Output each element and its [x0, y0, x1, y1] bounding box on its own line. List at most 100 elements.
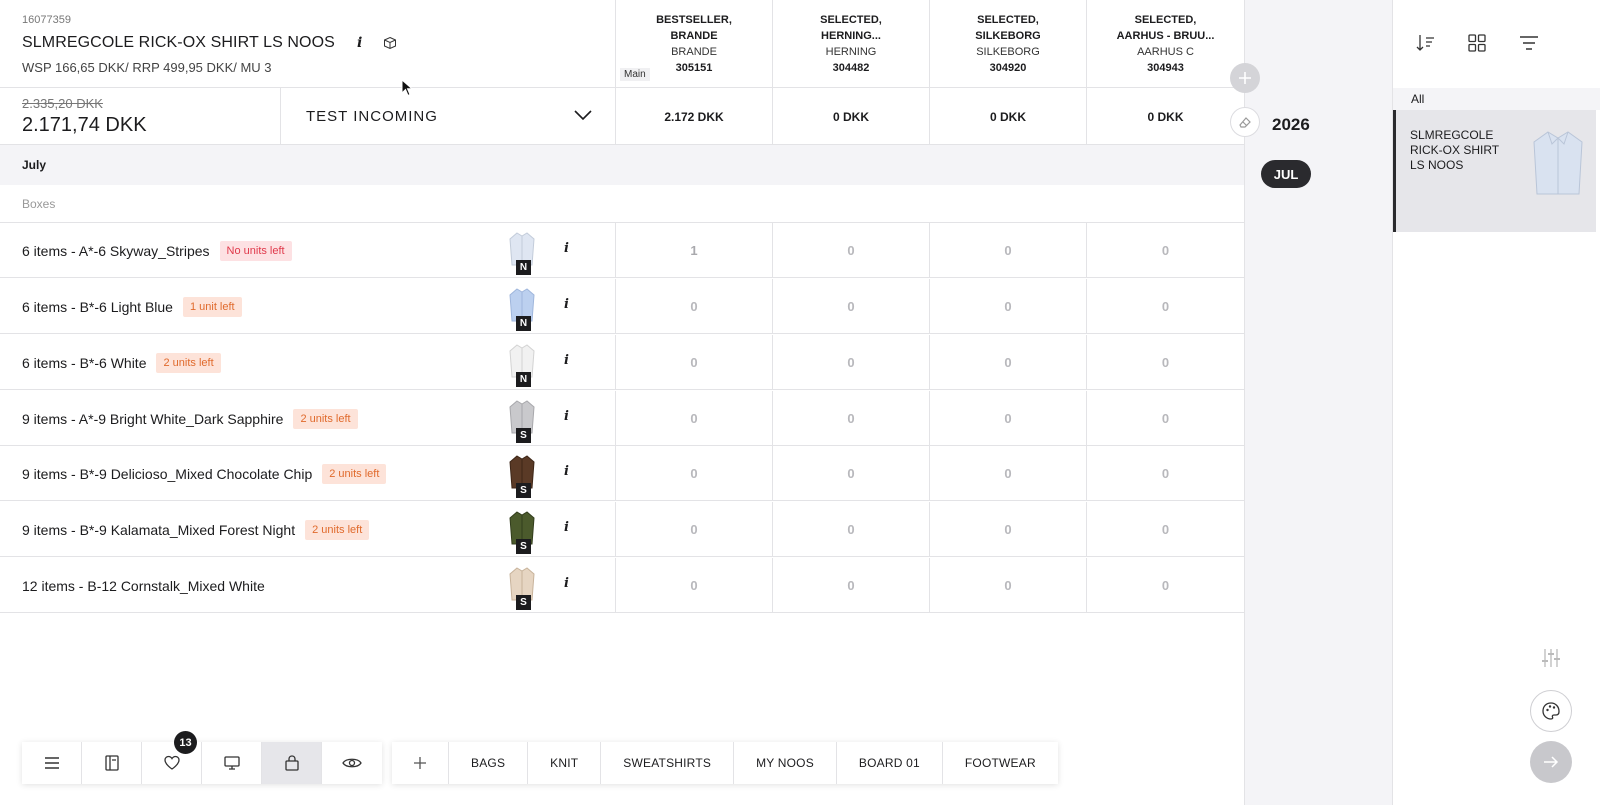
table-row[interactable]: 6 items - B*-6 White 2 units left N i 0 …	[0, 335, 1244, 390]
quantity-cell[interactable]: 0	[929, 446, 1086, 501]
size-badge: N	[516, 260, 531, 275]
quantity-cell[interactable]: 0	[772, 502, 929, 557]
quantity-cell[interactable]: 0	[772, 223, 929, 278]
filter-icon[interactable]	[1518, 32, 1540, 54]
info-icon[interactable]: i	[564, 353, 569, 368]
item-name: 9 items - A*-9 Bright White_Dark Sapphir…	[22, 410, 284, 427]
item-thumbnail[interactable]: N	[508, 231, 536, 275]
info-icon[interactable]: i	[564, 520, 569, 535]
item-name: 6 items - B*-6 White	[22, 354, 147, 371]
item-name: 6 items - B*-6 Light Blue	[22, 298, 173, 315]
sort-icon[interactable]	[1415, 32, 1437, 54]
add-button[interactable]	[1230, 63, 1260, 93]
quantity-cell[interactable]: 0	[1086, 502, 1244, 557]
arrow-right-icon	[1544, 756, 1559, 768]
stock-badge: 2 units left	[322, 463, 387, 484]
filter-all-label: All	[1411, 92, 1425, 106]
quantity-cell[interactable]: 0	[1086, 223, 1244, 278]
table-row[interactable]: 12 items - B-12 Cornstalk_Mixed White S …	[0, 558, 1244, 613]
eraser-icon	[1239, 117, 1251, 128]
item-thumbnail[interactable]: S	[508, 510, 536, 554]
edit-button[interactable]	[1230, 107, 1260, 137]
item-thumbnail[interactable]: N	[508, 343, 536, 387]
package-icon[interactable]	[383, 36, 397, 50]
quantity-cell[interactable]: 0	[615, 446, 772, 501]
quantity-cell[interactable]: 0	[929, 502, 1086, 557]
quantity-cell[interactable]: 0	[615, 502, 772, 557]
store-column-2[interactable]: SELECTED, SILKEBORG SILKEBORG 304920	[929, 0, 1086, 88]
store-name: BRANDE	[670, 30, 718, 42]
old-total-price: 2.335,20 DKK	[22, 96, 103, 111]
item-thumbnail[interactable]: S	[508, 454, 536, 498]
product-header: 16077359 SLMREGCOLE RICK-OX SHIRT LS NOO…	[0, 0, 1244, 88]
quantity-cell[interactable]: 0	[772, 335, 929, 390]
next-button[interactable]	[1530, 741, 1572, 783]
plus-icon	[1239, 72, 1251, 84]
preview-button[interactable]	[322, 742, 382, 784]
board-tab-bags[interactable]: BAGS	[449, 742, 529, 784]
quantity-cell[interactable]: 0	[615, 558, 772, 613]
item-thumbnail[interactable]: N	[508, 287, 536, 331]
board-tab-board-01[interactable]: BOARD 01	[837, 742, 943, 784]
timeline-panel	[1244, 0, 1392, 805]
quantity-cell[interactable]: 0	[929, 223, 1086, 278]
board-tab-sweatshirts[interactable]: SWEATSHIRTS	[601, 742, 735, 784]
store-city: AARHUS C	[1137, 46, 1194, 58]
app-root: 16077359 SLMREGCOLE RICK-OX SHIRT LS NOO…	[0, 0, 1600, 805]
table-row[interactable]: 9 items - B*-9 Kalamata_Mixed Forest Nig…	[0, 502, 1244, 557]
table-row[interactable]: 6 items - B*-6 Light Blue 1 unit left N …	[0, 279, 1244, 334]
info-icon[interactable]: i	[564, 409, 569, 424]
store-name: SELECTED,	[1134, 14, 1197, 26]
quantity-cell[interactable]: 0	[1086, 446, 1244, 501]
info-icon[interactable]: i	[564, 464, 569, 479]
item-name: 9 items - B*-9 Kalamata_Mixed Forest Nig…	[22, 521, 296, 538]
quantity-cell[interactable]: 0	[772, 446, 929, 501]
quantity-cell[interactable]: 0	[929, 391, 1086, 446]
table-row[interactable]: 6 items - A*-6 Skyway_Stripes No units l…	[0, 223, 1244, 278]
store-column-3[interactable]: SELECTED, AARHUS - BRUU... AARHUS C 3049…	[1086, 0, 1244, 88]
heart-icon	[163, 755, 180, 770]
quantity-cell[interactable]: 0	[772, 391, 929, 446]
settings-button[interactable]	[1530, 637, 1572, 679]
quantity-cell[interactable]: 0	[929, 335, 1086, 390]
quantity-cell[interactable]: 0	[929, 279, 1086, 334]
board-tab-footwear[interactable]: FOOTWEAR	[943, 742, 1058, 784]
board-tab-knit[interactable]: KNIT	[528, 742, 602, 784]
info-icon[interactable]: i	[564, 576, 569, 591]
quantity-cell[interactable]: 0	[929, 558, 1086, 613]
quantity-cell[interactable]: 0	[772, 279, 929, 334]
quantity-cell[interactable]: 0	[1086, 279, 1244, 334]
presentation-button[interactable]	[202, 742, 262, 784]
stock-badge: 2 units left	[293, 408, 358, 429]
store-name: BESTSELLER,	[656, 14, 732, 26]
quantity-cell[interactable]: 0	[615, 391, 772, 446]
store-column-1[interactable]: SELECTED, HERNING... HERNING 304482	[772, 0, 929, 88]
menu-button[interactable]	[22, 742, 82, 784]
quantity-cell[interactable]: 0	[1086, 335, 1244, 390]
palette-button[interactable]	[1530, 690, 1572, 732]
board-tab-my-noos[interactable]: MY NOOS	[734, 742, 837, 784]
info-icon[interactable]: i	[564, 297, 569, 312]
grid-icon[interactable]	[1466, 32, 1488, 54]
table-row[interactable]: 9 items - A*-9 Bright White_Dark Sapphir…	[0, 391, 1244, 446]
add-board-button[interactable]	[392, 742, 449, 784]
info-icon[interactable]: i	[564, 241, 569, 256]
basket-button[interactable]	[262, 742, 322, 784]
quantity-cell[interactable]: 0	[1086, 391, 1244, 446]
quantity-cell[interactable]: 0	[615, 279, 772, 334]
quantity-cell[interactable]: 0	[615, 335, 772, 390]
catalog-button[interactable]	[82, 742, 142, 784]
chevron-down-icon	[574, 110, 592, 121]
info-icon[interactable]: i	[357, 35, 362, 51]
quantity-cell[interactable]: 0	[1086, 558, 1244, 613]
filter-all[interactable]: All	[1393, 88, 1600, 110]
selection-dropdown[interactable]: TEST INCOMING	[280, 88, 615, 145]
item-thumbnail[interactable]: S	[508, 566, 536, 610]
month-pill[interactable]: JUL	[1261, 160, 1311, 188]
section-label: Boxes	[22, 197, 56, 211]
quantity-cell[interactable]: 1	[615, 223, 772, 278]
product-card[interactable]: SLMREGCOLE RICK-OX SHIRT LS NOOS	[1393, 110, 1596, 232]
item-thumbnail[interactable]: S	[508, 399, 536, 443]
quantity-cell[interactable]: 0	[772, 558, 929, 613]
table-row[interactable]: 9 items - B*-9 Delicioso_Mixed Chocolate…	[0, 446, 1244, 501]
